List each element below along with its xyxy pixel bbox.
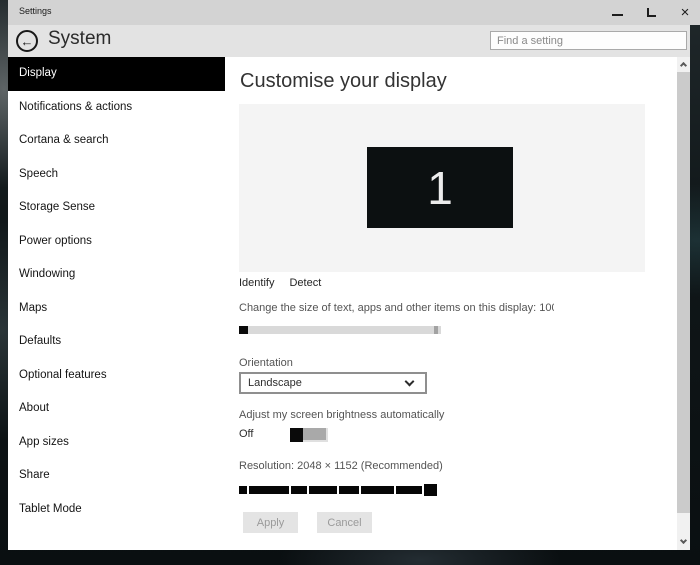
orientation-label: Orientation [239,357,293,369]
scroll-up-button[interactable] [677,57,690,71]
sidebar-item-storage-sense[interactable]: Storage Sense [8,191,225,225]
page-title: System [48,28,111,50]
resolution-slider-segment [249,486,289,494]
back-button[interactable]: ← [16,30,38,52]
resolution-slider-segment [309,486,337,494]
scaling-slider-endcap [434,326,438,334]
sidebar-item-cortana-search[interactable]: Cortana & search [8,124,225,158]
monitor-number: 1 [427,161,453,215]
resolution-slider-segment [339,486,359,494]
maximize-icon [647,8,656,17]
resolution-slider-segment [361,486,394,494]
monitor-1[interactable]: 1 [367,147,513,228]
window-titlebar: Settings × [8,0,700,25]
minimize-button[interactable] [604,0,630,25]
close-icon: × [681,5,690,20]
chevron-down-icon [680,536,687,543]
sidebar-item-power-options[interactable]: Power options [8,225,225,259]
sidebar-item-about[interactable]: About [8,392,225,426]
sidebar-item-display[interactable]: Display [8,57,225,91]
chevron-up-icon [680,62,687,69]
app-header: ← System [8,25,690,57]
display-preview: 1 [239,104,645,272]
sidebar-item-defaults[interactable]: Defaults [8,325,225,359]
app-body: DisplayNotifications & actionsCortana & … [8,57,690,550]
brightness-state: Off [239,428,253,440]
scroll-down-button[interactable] [677,534,690,548]
scrollbar-thumb[interactable] [677,72,690,513]
cancel-button[interactable]: Cancel [317,512,372,533]
resolution-label: Resolution: 2048 × 1152 (Recommended) [239,460,443,472]
scaling-label: Change the size of text, apps and other … [239,302,554,314]
resolution-slider-thumb[interactable] [424,484,437,496]
sidebar-item-notifications-actions[interactable]: Notifications & actions [8,91,225,125]
minimize-icon [612,14,623,16]
scaling-slider[interactable] [239,326,441,334]
sidebar-item-speech[interactable]: Speech [8,158,225,192]
sidebar: DisplayNotifications & actionsCortana & … [8,57,225,550]
sidebar-item-windowing[interactable]: Windowing [8,258,225,292]
monitor-links: Identify Detect [239,277,321,289]
back-arrow-icon: ← [21,34,34,49]
resolution-slider-segment [396,486,422,494]
sidebar-item-app-sizes[interactable]: App sizes [8,426,225,460]
sidebar-item-maps[interactable]: Maps [8,292,225,326]
resolution-slider-segment [291,486,307,494]
close-button[interactable]: × [672,0,698,25]
brightness-label: Adjust my screen brightness automaticall… [239,409,444,421]
apply-button[interactable]: Apply [243,512,298,533]
brightness-toggle[interactable] [290,428,328,442]
maximize-button[interactable] [638,0,664,25]
detect-link[interactable]: Detect [289,277,321,289]
sidebar-item-optional-features[interactable]: Optional features [8,359,225,393]
brightness-toggle-thumb[interactable] [290,428,303,442]
sidebar-item-share[interactable]: Share [8,459,225,493]
sidebar-item-tablet-mode[interactable]: Tablet Mode [8,493,225,527]
window-title: Settings [19,6,52,16]
orientation-value: Landscape [241,377,406,389]
content-heading: Customise your display [240,70,447,93]
chevron-down-icon [405,376,415,386]
search-input[interactable] [490,31,687,50]
orientation-dropdown[interactable]: Landscape [239,372,427,394]
resolution-slider[interactable] [239,484,441,496]
identify-link[interactable]: Identify [239,277,274,289]
resolution-slider-segment [239,486,247,494]
scrollbar[interactable] [677,57,690,550]
scaling-slider-thumb[interactable] [239,326,248,334]
